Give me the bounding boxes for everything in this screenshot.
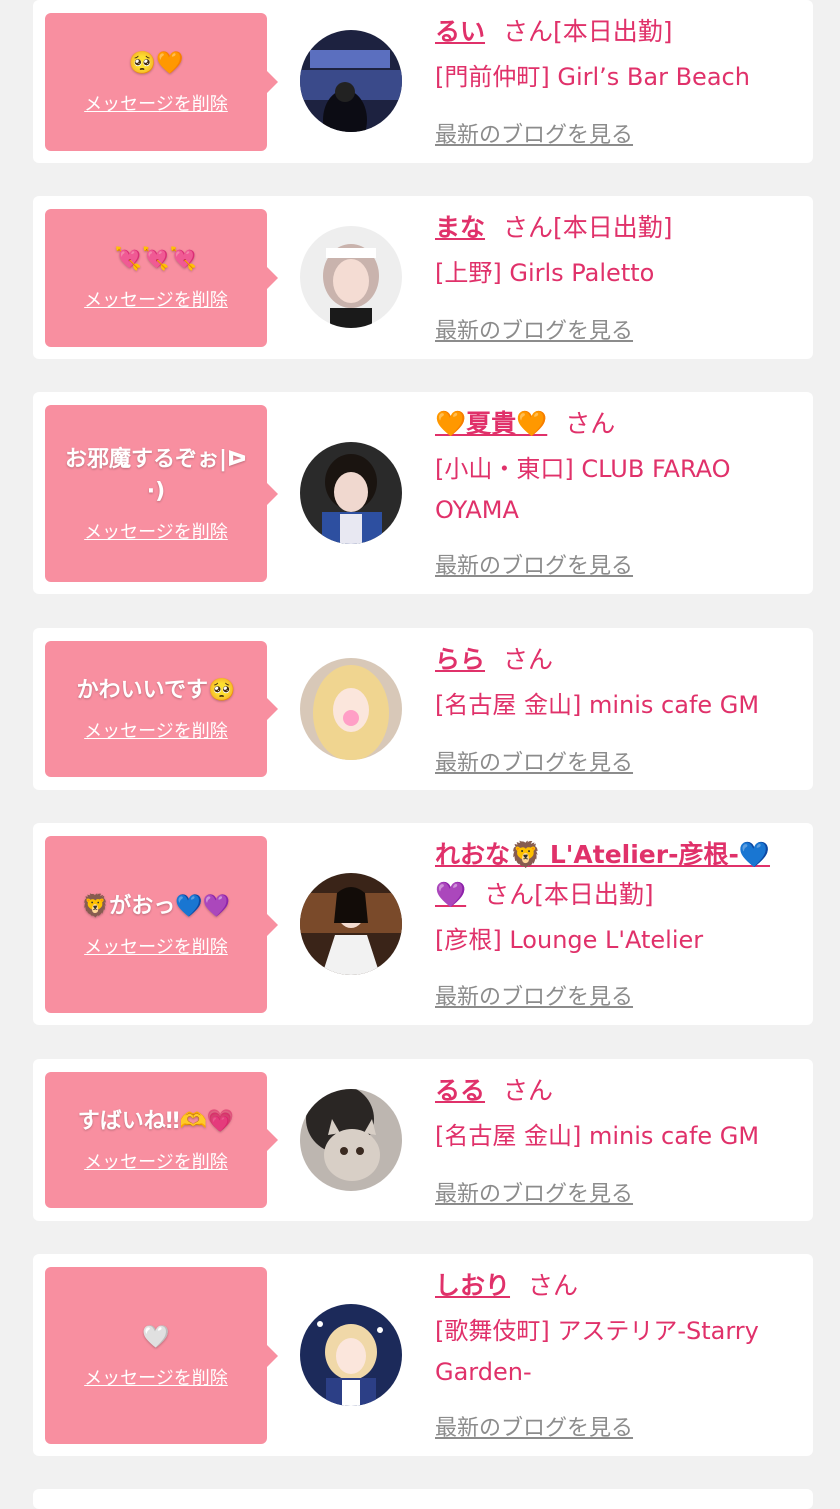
shop-name: [歌舞伎町] アステリア-Starry Garden- (435, 1317, 759, 1386)
cast-name-line: るい さん[本日出勤] (435, 12, 801, 52)
shop-name: [名古屋 金山] minis cafe GM (435, 691, 760, 719)
avatar[interactable] (300, 30, 402, 132)
delete-message-link[interactable]: メッセージを削除 (84, 717, 228, 743)
latest-blog-link[interactable]: 最新のブログを見る (435, 117, 633, 149)
latest-blog-link[interactable]: 最新のブログを見る (435, 1176, 633, 1208)
latest-blog-link[interactable]: 最新のブログを見る (435, 313, 633, 345)
message-bubble: 🥺🧡 メッセージを削除 (45, 13, 278, 151)
latest-blog-link[interactable]: 最新のブログを見る (435, 979, 633, 1011)
cast-name-line-2: 💜 さん[本日出勤] (435, 875, 801, 915)
cast-name-link[interactable]: るい (435, 17, 485, 46)
message-bubble: すばいね‼🫶💗 メッセージを削除 (45, 1072, 278, 1208)
message-text: 🥺🧡 (128, 51, 184, 76)
message-bubble: 💘💘💘 メッセージを削除 (45, 209, 278, 347)
shop-name: [名古屋 金山] minis cafe GM (435, 1122, 760, 1150)
latest-blog-link[interactable]: 最新のブログを見る (435, 1410, 633, 1442)
cast-info: るい さん[本日出勤] [門前仲町] Girl’s Bar Beach (435, 12, 801, 98)
cast-name-link[interactable]: るる (435, 1076, 485, 1105)
cast-suffix: さん[本日出勤] (503, 17, 673, 46)
cast-info: らら さん [名古屋 金山] minis cafe GM (435, 640, 801, 726)
delete-message-link[interactable]: メッセージを削除 (84, 90, 228, 116)
message-text: すばいね‼🫶💗 (77, 1109, 235, 1134)
cast-suffix: さん (565, 409, 616, 438)
cast-info: しおり さん [歌舞伎町] アステリア-Starry Garden- (435, 1266, 801, 1393)
shop-name: [上野] Girls Paletto (435, 259, 655, 287)
message-text: 💘💘💘 (114, 247, 198, 272)
latest-blog-link[interactable]: 最新のブログを見る (435, 745, 633, 777)
message-bubble: お邪魔するぞぉ|ᐅ·) メッセージを削除 (45, 405, 278, 582)
message-text: かわいいです🥺 (76, 678, 236, 703)
message-text: 🤍 (142, 1324, 170, 1350)
cast-info: 🧡夏貴🧡 さん [小山・東口] CLUB FARAO OYAMA (435, 404, 801, 531)
cast-suffix: さん[本日出勤] (484, 880, 654, 909)
message-card-partial (33, 1489, 813, 1509)
avatar[interactable] (300, 873, 402, 975)
cast-name-link[interactable]: らら (435, 645, 485, 674)
cast-name-line: まな さん[本日出勤] (435, 208, 801, 248)
message-card: すばいね‼🫶💗 メッセージを削除 るる さん [名古屋 金山] minis caf… (33, 1059, 813, 1221)
avatar[interactable] (300, 1304, 402, 1406)
message-card: かわいいです🥺 メッセージを削除 らら さん [名古屋 金山] minis caf… (33, 628, 813, 790)
cast-name-line: 🧡夏貴🧡 さん (435, 404, 801, 444)
cast-name-line: るる さん (435, 1071, 801, 1111)
cast-suffix: さん (528, 1271, 579, 1300)
message-bubble: 🤍 メッセージを削除 (45, 1267, 278, 1444)
cast-name-line: しおり さん (435, 1266, 801, 1306)
message-text: 🦁がおっ💙💜 (81, 893, 231, 919)
cast-name-line: れおな🦁 L'Atelier-彦根-💙 (435, 835, 801, 875)
message-card: 🤍 メッセージを削除 しおり さん [歌舞伎町] アステリア-Starry Gar… (33, 1254, 813, 1456)
avatar[interactable] (300, 226, 402, 328)
message-text: お邪魔するぞぉ|ᐅ·) (65, 446, 247, 504)
message-card: 💘💘💘 メッセージを削除 まな さん[本日出勤] [上野] Girls Palet… (33, 196, 813, 359)
cast-info: るる さん [名古屋 金山] minis cafe GM (435, 1071, 801, 1157)
avatar[interactable] (300, 442, 402, 544)
cast-info: まな さん[本日出勤] [上野] Girls Paletto (435, 208, 801, 294)
latest-blog-link[interactable]: 最新のブログを見る (435, 548, 633, 580)
cast-name-link[interactable]: 🧡夏貴🧡 (435, 409, 547, 438)
message-bubble: かわいいです🥺 メッセージを削除 (45, 641, 278, 777)
delete-message-link[interactable]: メッセージを削除 (84, 1148, 228, 1174)
cast-name-link[interactable]: れおな🦁 L'Atelier-彦根-💙 (435, 840, 770, 869)
cast-suffix: さん (503, 645, 554, 674)
delete-message-link[interactable]: メッセージを削除 (84, 286, 228, 312)
delete-message-link[interactable]: メッセージを削除 (84, 1364, 228, 1390)
message-bubble: 🦁がおっ💙💜 メッセージを削除 (45, 836, 278, 1013)
message-card: 🦁がおっ💙💜 メッセージを削除 れおな🦁 L'Atelier-彦根-💙 💜 さん[… (33, 823, 813, 1025)
shop-name: [門前仲町] Girl’s Bar Beach (435, 63, 750, 91)
cast-name-link[interactable]: まな (435, 213, 485, 242)
message-card: 🥺🧡 メッセージを削除 るい さん[本日出勤] [門前仲町] Girl’s Bar… (33, 0, 813, 163)
cast-suffix: さん[本日出勤] (503, 213, 673, 242)
shop-name: [小山・東口] CLUB FARAO OYAMA (435, 455, 731, 524)
cast-suffix: さん (503, 1076, 554, 1105)
cast-name-link[interactable]: しおり (435, 1271, 510, 1300)
cast-info: れおな🦁 L'Atelier-彦根-💙 💜 さん[本日出勤] [彦根] Loung… (435, 835, 801, 961)
delete-message-link[interactable]: メッセージを削除 (84, 933, 228, 959)
shop-name: [彦根] Lounge L'Atelier (435, 926, 704, 954)
delete-message-link[interactable]: メッセージを削除 (84, 518, 228, 544)
message-card: お邪魔するぞぉ|ᐅ·) メッセージを削除 🧡夏貴🧡 さん [小山・東口] CLUB… (33, 392, 813, 594)
avatar[interactable] (300, 1089, 402, 1191)
avatar[interactable] (300, 658, 402, 760)
cast-name-line: らら さん (435, 640, 801, 680)
cast-name-link-2[interactable]: 💜 (435, 880, 466, 909)
